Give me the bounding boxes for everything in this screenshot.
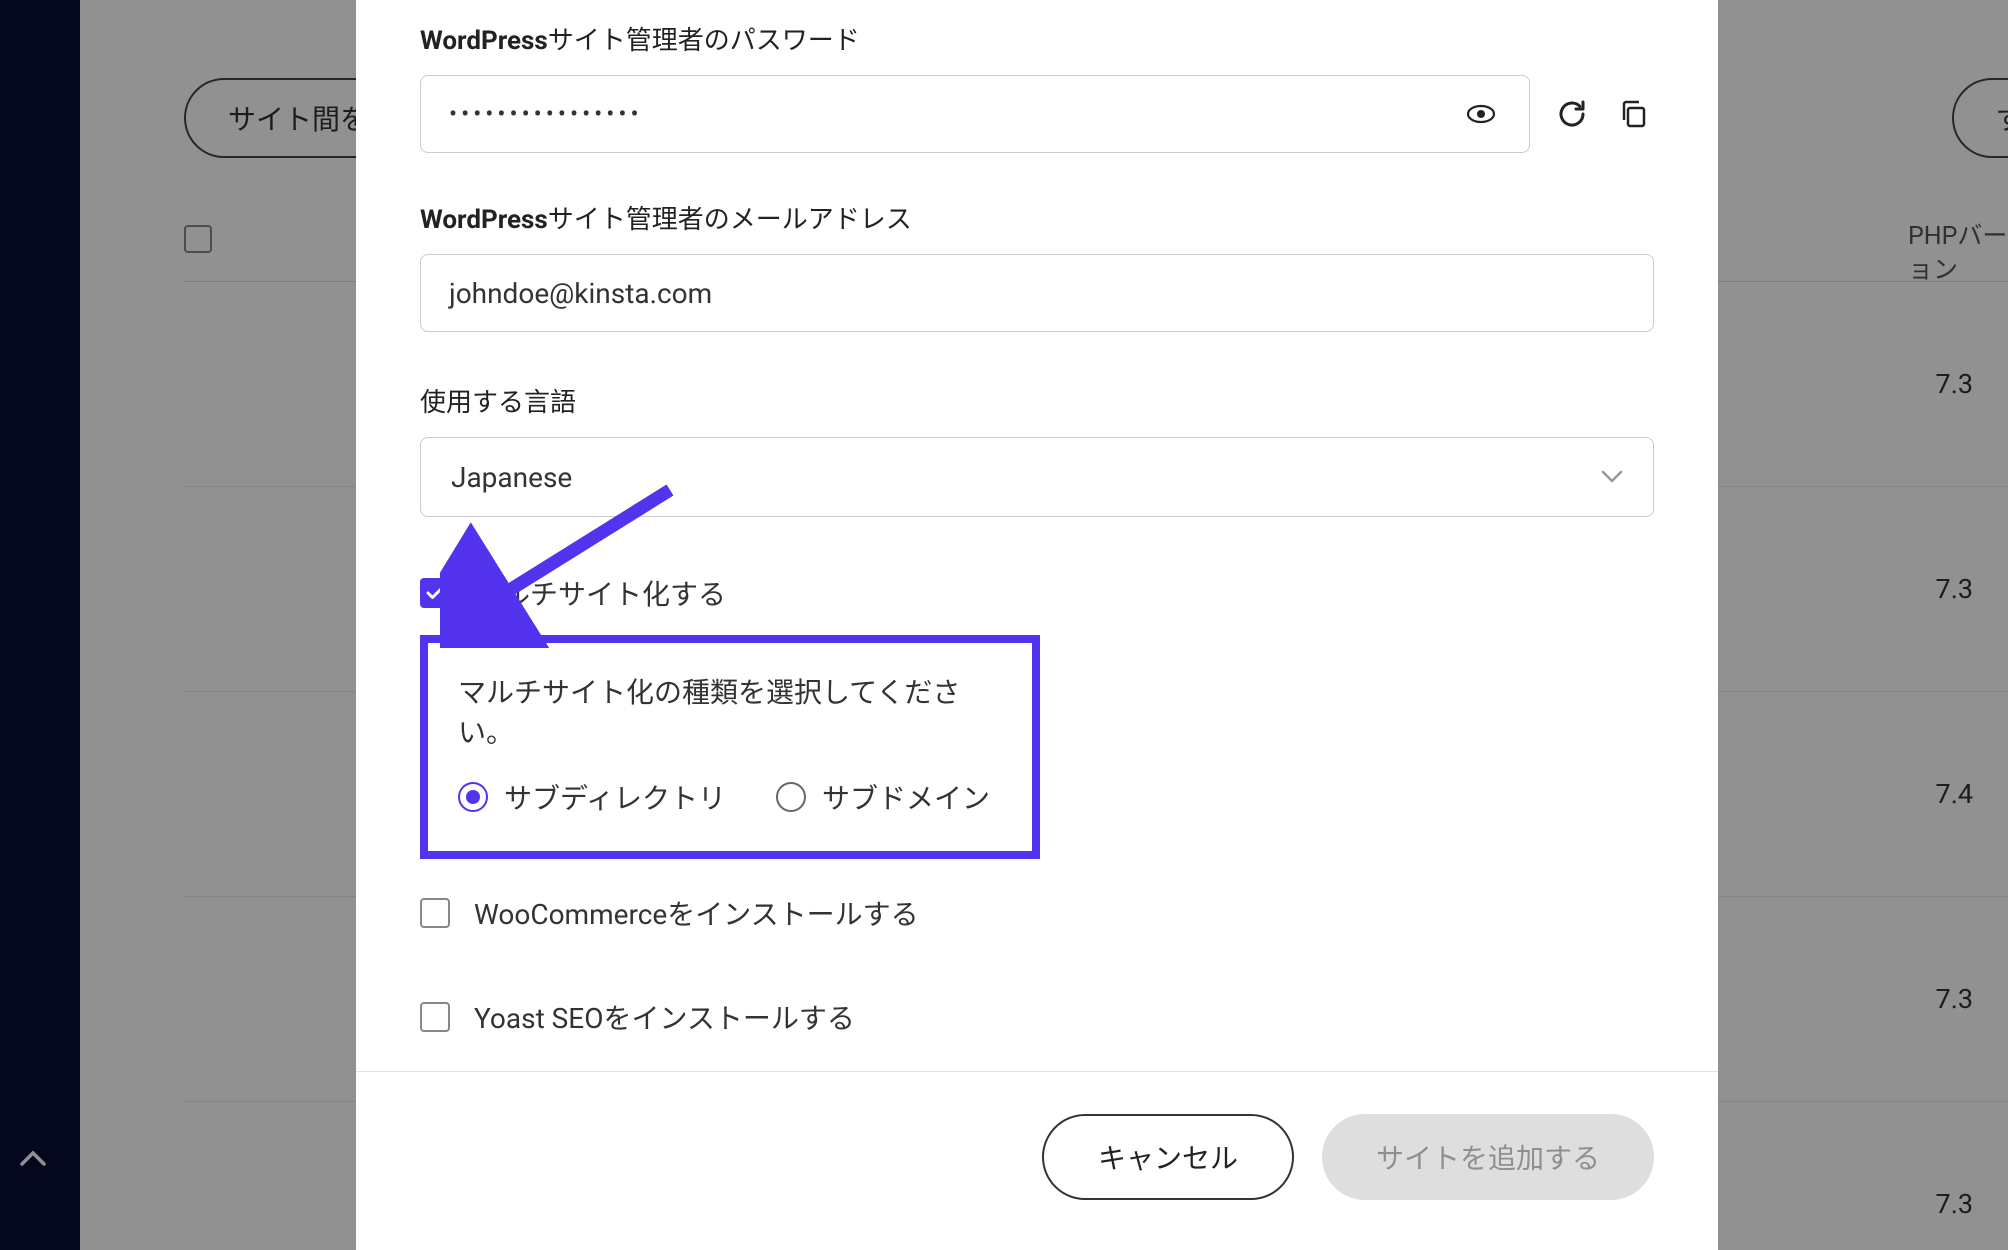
email-label-prefix: WordPress <box>420 205 548 235</box>
email-value: johndoe@kinsta.com <box>449 277 712 310</box>
modal-body: WordPressサイト管理者のパスワード •••••••••••••••• W… <box>356 0 1718 1071</box>
password-label-rest: サイト管理者のパスワード <box>548 26 860 56</box>
radio-subdirectory-label: サブディレクトリ <box>504 777 726 817</box>
add-site-label: サイトを追加する <box>1376 1137 1600 1177</box>
yoast-checkbox[interactable] <box>420 1002 450 1032</box>
copy-password-icon[interactable] <box>1614 94 1654 134</box>
multisite-checkbox[interactable] <box>420 578 450 608</box>
radio-subdirectory[interactable]: サブディレクトリ <box>458 777 726 817</box>
woocommerce-label: WooCommerceをインストールする <box>474 893 919 933</box>
radio-subdirectory-input[interactable] <box>458 782 488 812</box>
multisite-checkbox-row[interactable]: マルチサイト化する <box>420 573 1654 613</box>
yoast-label: Yoast SEOをインストールする <box>474 997 855 1037</box>
multisite-label: マルチサイト化する <box>474 573 726 613</box>
cancel-label: キャンセル <box>1098 1137 1238 1177</box>
language-label: 使用する言語 <box>420 382 1654 419</box>
password-label: WordPressサイト管理者のパスワード <box>420 20 1654 57</box>
radio-subdomain-label: サブドメイン <box>822 777 990 817</box>
add-site-button[interactable]: サイトを追加する <box>1322 1114 1654 1200</box>
modal-footer: キャンセル サイトを追加する <box>356 1071 1718 1250</box>
add-site-modal: WordPressサイト管理者のパスワード •••••••••••••••• W… <box>356 0 1718 1250</box>
yoast-checkbox-row[interactable]: Yoast SEOをインストールする <box>420 997 1654 1037</box>
woocommerce-checkbox-row[interactable]: WooCommerceをインストールする <box>420 893 1654 933</box>
email-input[interactable]: johndoe@kinsta.com <box>420 254 1654 332</box>
check-icon <box>426 583 444 603</box>
password-input[interactable]: •••••••••••••••• <box>420 75 1530 153</box>
chevron-down-icon <box>1601 465 1623 490</box>
multisite-type-highlight: マルチサイト化の種類を選択してください。 サブディレクトリ サブドメイン <box>420 635 1040 859</box>
language-select[interactable]: Japanese <box>420 437 1654 517</box>
radio-subdomain[interactable]: サブドメイン <box>776 777 990 817</box>
radio-dot-icon <box>466 790 480 804</box>
woocommerce-checkbox[interactable] <box>420 898 450 928</box>
password-value: •••••••••••••••• <box>449 100 643 128</box>
email-label-rest: サイト管理者のメールアドレス <box>548 205 912 235</box>
regenerate-password-icon[interactable] <box>1552 94 1592 134</box>
password-label-prefix: WordPress <box>420 26 548 56</box>
email-label: WordPressサイト管理者のメールアドレス <box>420 199 1654 236</box>
password-row: •••••••••••••••• <box>420 75 1654 153</box>
language-value: Japanese <box>451 461 572 494</box>
show-password-icon[interactable] <box>1461 94 1501 134</box>
radio-subdomain-input[interactable] <box>776 782 806 812</box>
cancel-button[interactable]: キャンセル <box>1042 1114 1294 1200</box>
multisite-type-label: マルチサイト化の種類を選択してください。 <box>458 671 1002 751</box>
multisite-radio-group: サブディレクトリ サブドメイン <box>458 777 1002 817</box>
